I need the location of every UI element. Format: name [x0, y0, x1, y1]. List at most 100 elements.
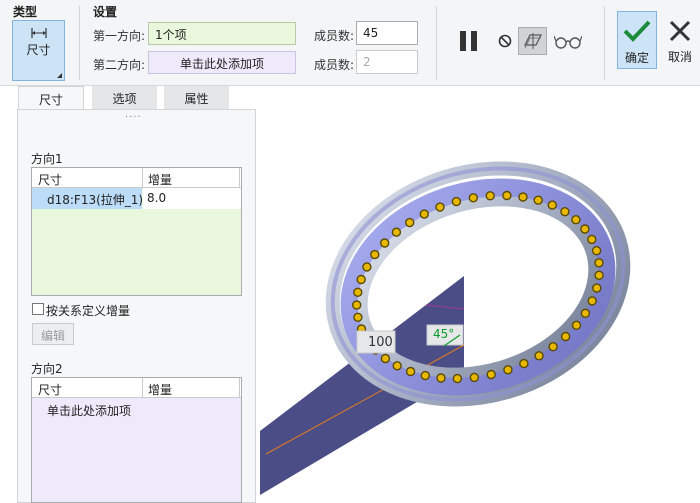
dir1-label: 第一方向: [93, 29, 146, 43]
pattern-member[interactable] [419, 209, 430, 219]
pattern-member[interactable] [502, 190, 512, 201]
pattern-member[interactable] [580, 308, 591, 319]
relation-checkbox-label: 按关系定义增量 [46, 304, 131, 318]
close-icon [669, 20, 691, 42]
type-section-title: 类型 [13, 5, 38, 19]
column-header-dimension: 尺寸 [38, 383, 63, 397]
pattern-member[interactable] [435, 202, 445, 212]
preview-icon [523, 33, 542, 49]
pattern-member[interactable] [404, 217, 415, 228]
pattern-member[interactable] [353, 312, 363, 323]
preview-button[interactable] [518, 27, 547, 55]
increment-cell[interactable]: 8.0 [143, 188, 241, 209]
pattern-member[interactable] [571, 320, 582, 331]
table-body: d18:F13(拉伸_1) 8.0 [32, 188, 241, 295]
glasses-button[interactable] [553, 30, 583, 52]
edit-button[interactable]: 编辑 [32, 323, 74, 345]
dimension-type-button[interactable]: 尺寸 [12, 20, 65, 81]
members2-input[interactable]: 2 [356, 50, 418, 74]
no-entry-button[interactable] [495, 31, 515, 51]
panel-grip[interactable]: ···· [125, 112, 142, 123]
pattern-member[interactable] [452, 373, 463, 384]
pattern-member[interactable] [503, 365, 513, 375]
pattern-member[interactable] [594, 270, 604, 281]
cancel-label: 取消 [667, 50, 692, 64]
table-header: 尺寸 增量 [32, 168, 241, 188]
direction1-title: 方向1 [31, 152, 63, 166]
divider [604, 6, 605, 80]
pattern-member[interactable] [353, 287, 363, 298]
dir2-field[interactable]: 单击此处添加项 [148, 51, 296, 74]
direction2-title: 方向2 [31, 362, 63, 376]
model-canvas[interactable] [256, 109, 700, 503]
column-separator[interactable] [239, 168, 240, 188]
tab-dimensions[interactable]: 尺寸 [18, 86, 84, 110]
dimension-type-label: 尺寸 [26, 43, 51, 57]
pattern-member[interactable] [436, 373, 446, 383]
dimension-cell[interactable]: d18:F13(拉伸_1) [32, 188, 143, 209]
dir2-label: 第二方向: [93, 58, 146, 72]
pattern-member[interactable] [534, 351, 544, 361]
tab-bar: 尺寸 选项 属性 [0, 86, 700, 110]
dimension-tag-text: 100 [368, 335, 393, 350]
pattern-member[interactable] [392, 361, 402, 371]
ok-label: 确定 [624, 51, 649, 65]
pattern-member[interactable] [580, 224, 590, 234]
pattern-member[interactable] [405, 366, 416, 377]
pattern-member[interactable] [533, 195, 543, 205]
pause-icon [460, 31, 477, 51]
pattern-member[interactable] [420, 370, 431, 381]
column-separator[interactable] [142, 168, 143, 188]
pattern-member[interactable] [547, 200, 557, 210]
tab-properties[interactable]: 属性 [164, 86, 230, 110]
pattern-member[interactable] [592, 283, 602, 293]
divider [436, 6, 437, 80]
pattern-member[interactable] [380, 353, 391, 364]
tab-options[interactable]: 选项 [92, 86, 158, 110]
pattern-member[interactable] [587, 296, 597, 306]
settings-section-title: 设置 [93, 5, 118, 19]
pattern-member[interactable] [356, 274, 366, 285]
pattern-member[interactable] [451, 196, 462, 207]
model-viewport[interactable]: 100 45° [256, 109, 700, 503]
members2-label: 成员数: [314, 58, 355, 72]
pattern-member[interactable] [571, 214, 581, 225]
pattern-member[interactable] [486, 369, 496, 380]
pattern-member[interactable] [379, 238, 390, 248]
pattern-member[interactable] [518, 192, 528, 202]
pattern-member[interactable] [587, 234, 597, 245]
members1-input[interactable]: 45 [356, 21, 418, 45]
direction2-table: 尺寸 增量 单击此处添加项 [31, 377, 242, 503]
pattern-member[interactable] [560, 331, 571, 342]
pattern-member[interactable] [370, 249, 380, 260]
pattern-member[interactable] [362, 262, 372, 272]
direction1-table: 尺寸 增量 d18:F13(拉伸_1) 8.0 [31, 167, 242, 296]
pattern-member[interactable] [469, 372, 480, 383]
pattern-member[interactable] [560, 206, 570, 217]
column-separator[interactable] [142, 378, 143, 398]
table-body[interactable]: 单击此处添加项 [32, 398, 241, 502]
column-header-dimension: 尺寸 [38, 173, 63, 187]
pattern-member[interactable] [519, 358, 529, 369]
pattern-member[interactable] [468, 193, 479, 203]
pattern-member[interactable] [391, 227, 402, 237]
pattern-member[interactable] [485, 191, 495, 201]
add-item-placeholder[interactable]: 单击此处添加项 [47, 402, 131, 419]
corner-arrow-icon [57, 73, 62, 78]
members1-label: 成员数: [314, 29, 355, 43]
angle-tag-text: 45° [433, 327, 455, 341]
table-row[interactable]: d18:F13(拉伸_1) 8.0 [32, 188, 241, 209]
pause-button[interactable] [455, 28, 483, 54]
column-separator[interactable] [239, 378, 240, 398]
relation-checkbox[interactable] [32, 303, 44, 315]
table-header: 尺寸 增量 [32, 378, 241, 398]
cancel-button[interactable]: 取消 [661, 11, 699, 69]
pattern-member[interactable] [351, 300, 362, 310]
pattern-member[interactable] [591, 245, 602, 256]
ok-button[interactable]: 确定 [617, 11, 657, 69]
dir1-field[interactable]: 1个项 [148, 22, 296, 45]
pattern-member[interactable] [548, 341, 558, 352]
glasses-icon [554, 35, 582, 49]
checkmark-icon [623, 20, 651, 42]
pattern-member[interactable] [594, 258, 604, 268]
